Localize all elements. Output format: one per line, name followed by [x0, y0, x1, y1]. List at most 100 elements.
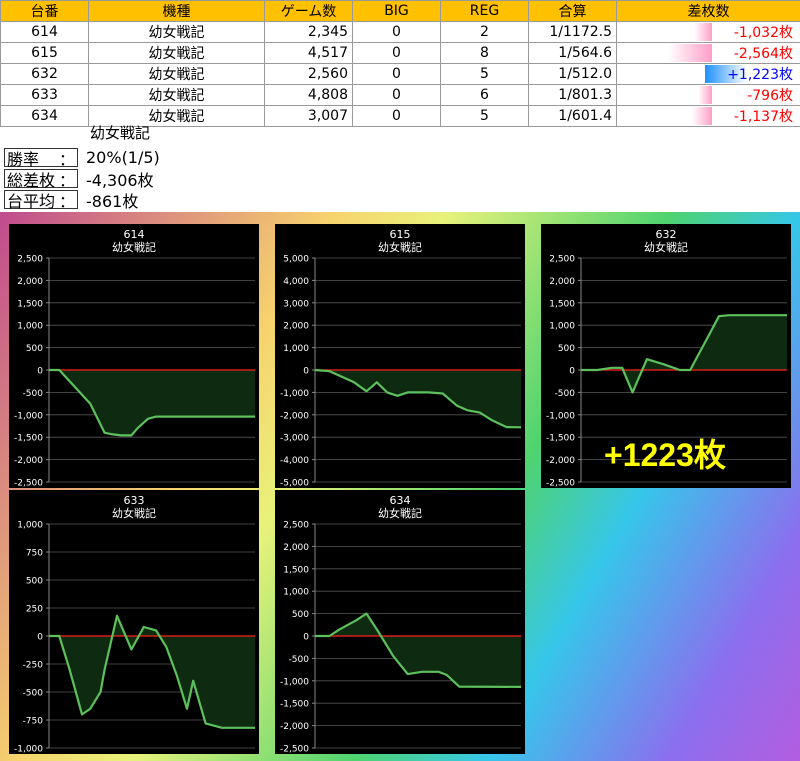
chart-svg: 634幼女戦記 -2,500 -2,000 -1,500 -1,000 -500 0 500 1…	[280, 494, 522, 755]
y-tick-label: -2,000	[280, 411, 309, 421]
highlight-diff-label: +1223枚	[604, 437, 726, 473]
y-tick-label: -2,500	[546, 479, 575, 489]
y-tick-label: 1,000	[283, 344, 309, 354]
y-tick-label: -1,000	[280, 677, 309, 687]
summary-label: 勝率：	[4, 148, 78, 169]
chart-subtitle: 幼女戦記	[112, 506, 156, 520]
y-tick-label: 0	[303, 633, 309, 643]
summary-label: 総差枚：	[4, 169, 78, 190]
y-tick-label: 2,000	[283, 543, 309, 553]
cell-no: 615	[0, 42, 89, 64]
y-tick-label: -250	[23, 661, 44, 671]
y-tick-label: -4,000	[280, 456, 309, 466]
cell-diff: -796枚	[616, 84, 800, 106]
cell-big: 0	[352, 63, 441, 85]
y-tick-label: -2,500	[280, 745, 309, 755]
cell-model: 幼女戦記	[88, 42, 265, 64]
y-tick-label: -1,500	[546, 434, 575, 444]
cell-games: 3,007	[264, 105, 353, 127]
diff-text: -1,137枚	[733, 109, 793, 125]
y-tick-label: 1,500	[549, 299, 575, 309]
cell-games: 2,560	[264, 63, 353, 85]
cell-games: 4,808	[264, 84, 353, 106]
cell-games: 4,517	[264, 42, 353, 64]
chart-614: 614 幼女戦記 -2,500 -2,000 -1,500 -1,000 -500 0 500 1…	[9, 224, 259, 488]
cell-big: 0	[352, 84, 441, 106]
cell-diff: -2,564枚	[616, 42, 800, 64]
header-reg: REG	[440, 0, 529, 22]
chart-svg: 633幼女戦記 -1,000 -750 -500 -250 0 250 500 750 1,000	[14, 494, 255, 755]
cell-diff: +1,223枚	[616, 63, 800, 85]
cell-model: 幼女戦記	[88, 21, 265, 43]
chart-633: 633 幼女戦記 -1,000 -750 -500 -250 0 250 500 750 1,000	[9, 490, 259, 754]
table-header-row: 台番 機種 ゲーム数 BIG REG 合算 差枚数	[0, 0, 800, 22]
chart-svg: 615幼女戦記 -5,000 -4,000 -3,000 -2,000 -1,000 0 1,…	[280, 228, 522, 489]
summary-row-average: 台平均： -861枚	[4, 189, 138, 211]
y-tick-label: 500	[26, 577, 43, 587]
chart-title: 634	[390, 494, 411, 507]
y-tick-label: -750	[23, 717, 44, 727]
chart-615: 615 幼女戦記 -5,000 -4,000 -3,000 -2,000 -1,000 0 1,…	[275, 224, 525, 488]
summary-row-win-rate: 勝率： 20%(1/5)	[4, 147, 160, 169]
header-diff: 差枚数	[616, 0, 800, 22]
chart-634: 634 幼女戦記 -2,500 -2,000 -1,500 -1,000 -500 0 500 1…	[275, 490, 525, 754]
cell-games: 2,345	[264, 21, 353, 43]
y-tick-label: 0	[37, 367, 43, 377]
cell-diff: -1,137枚	[616, 105, 800, 127]
y-tick-label: -500	[23, 389, 44, 399]
y-tick-label: -500	[555, 389, 576, 399]
y-tick-label: 2,500	[283, 521, 309, 531]
y-tick-label: 3,000	[283, 299, 309, 309]
chart-title: 615	[390, 228, 411, 241]
diff-text: -1,032枚	[733, 25, 793, 41]
series-area	[49, 615, 255, 728]
cell-reg: 8	[440, 42, 529, 64]
y-tick-label: 1,500	[17, 299, 43, 309]
diff-text: -796枚	[747, 88, 793, 104]
chart-title: 633	[124, 494, 145, 507]
y-tick-label: 0	[569, 367, 575, 377]
y-tick-label: -3,000	[280, 434, 309, 444]
y-tick-label: -1,000	[14, 411, 43, 421]
y-tick-label: -1,000	[14, 745, 43, 755]
diff-text: +1,223枚	[727, 67, 793, 83]
cell-no: 614	[0, 21, 89, 43]
y-tick-label: -1,000	[546, 411, 575, 421]
table-row: 615 幼女戦記 4,517 0 8 1/564.6 -2,564枚	[0, 42, 800, 64]
y-tick-label: 1,000	[17, 521, 43, 531]
y-tick-label: -500	[23, 689, 44, 699]
chart-svg: 614幼女戦記 -2,500 -2,000 -1,500 -1,000 -500 0 500 1…	[14, 228, 255, 488]
y-tick-label: -2,000	[546, 456, 575, 466]
y-tick-label: -2,000	[280, 722, 309, 732]
y-tick-label: -5,000	[280, 479, 309, 489]
y-tick-label: -1,500	[14, 434, 43, 444]
cell-no: 634	[0, 105, 89, 127]
cell-diff: -1,032枚	[616, 21, 800, 43]
y-tick-label: -1,000	[280, 389, 309, 399]
chart-subtitle: 幼女戦記	[644, 240, 688, 254]
chart-subtitle: 幼女戦記	[378, 240, 422, 254]
y-tick-label: 2,000	[549, 277, 575, 287]
cell-combined: 1/601.4	[528, 105, 617, 127]
cell-combined: 1/564.6	[528, 42, 617, 64]
summary-value: 20%(1/5)	[86, 148, 160, 167]
cell-model: 幼女戦記	[88, 84, 265, 106]
y-tick-label: -500	[289, 655, 310, 665]
summary-title: 幼女戦記	[90, 124, 151, 142]
cell-reg: 5	[440, 105, 529, 127]
y-tick-label: 2,000	[283, 322, 309, 332]
cell-no: 633	[0, 84, 89, 106]
y-tick-label: 1,000	[283, 588, 309, 598]
y-tick-label: 1,000	[17, 322, 43, 332]
cell-reg: 5	[440, 63, 529, 85]
y-tick-label: 500	[26, 344, 43, 354]
cell-combined: 1/801.3	[528, 84, 617, 106]
y-tick-label: 500	[558, 344, 575, 354]
chart-title: 614	[124, 228, 145, 241]
y-tick-label: 4,000	[283, 277, 309, 287]
y-tick-label: -1,500	[280, 700, 309, 710]
y-tick-label: 2,500	[549, 255, 575, 265]
table-row: 632 幼女戦記 2,560 0 5 1/512.0 +1,223枚	[0, 63, 800, 85]
series-area	[315, 613, 521, 687]
cell-combined: 1/1172.5	[528, 21, 617, 43]
